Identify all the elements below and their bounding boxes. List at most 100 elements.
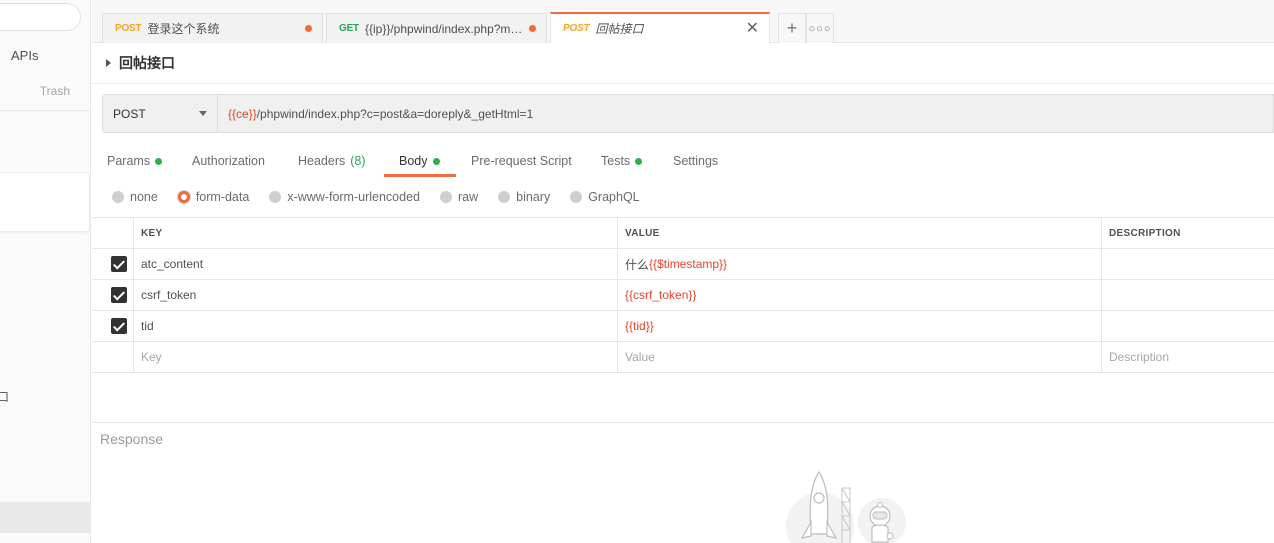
- radio-graphql[interactable]: GraphQL: [570, 190, 640, 204]
- value-variable: {{csrf_token}}: [625, 288, 697, 302]
- sidebar-item-fragment[interactable]: 口: [0, 388, 9, 405]
- close-icon[interactable]: ✕: [746, 20, 759, 37]
- column-header-value: VALUE: [617, 218, 1101, 248]
- radio-binary[interactable]: binary: [498, 190, 550, 204]
- tab-title: 回帖接口: [595, 22, 644, 36]
- tab-pre-request-script[interactable]: Pre-request Script: [471, 146, 572, 176]
- table-row: csrf_token {{csrf_token}}: [92, 280, 1274, 311]
- method-label: POST: [115, 23, 142, 34]
- description-input[interactable]: Description: [1101, 342, 1274, 372]
- column-header-key: KEY: [133, 218, 617, 248]
- value-input[interactable]: Value: [617, 342, 1101, 372]
- radio-label: raw: [458, 190, 479, 204]
- unsaved-dot-icon: [529, 25, 536, 32]
- column-header-description: DESCRIPTION: [1101, 218, 1274, 248]
- sidebar-item-selected[interactable]: [0, 502, 90, 533]
- sidebar-collection-card[interactable]: [0, 172, 90, 232]
- postman-window: APIs Trash 口 POST 登录这个系统 GET {{ip}}/phpw…: [0, 0, 1274, 543]
- divider: [92, 83, 1274, 84]
- checkbox-checked-icon[interactable]: [111, 287, 127, 303]
- radio-selected-icon[interactable]: [177, 191, 190, 203]
- body-type-radios: none form-data x-www-form-urlencoded raw…: [112, 188, 660, 206]
- radio-none[interactable]: none: [112, 190, 158, 204]
- active-tab-underline: [384, 174, 456, 177]
- url-bar: POST {{ce}}/phpwind/index.php?c=post&a=d…: [102, 94, 1274, 133]
- radio-icon[interactable]: [570, 191, 583, 203]
- key-cell[interactable]: csrf_token: [133, 280, 617, 310]
- value-cell[interactable]: {{tid}}: [617, 311, 1101, 341]
- tab-title: {{ip}}/phpwind/index.php?m=u...: [364, 21, 523, 36]
- tab-body[interactable]: Body: [399, 146, 440, 176]
- tab-label: Pre-request Script: [471, 154, 572, 168]
- table-row: atc_content 什么 {{$timestamp}}: [92, 249, 1274, 280]
- method-label: GET: [339, 23, 359, 34]
- tab-settings[interactable]: Settings: [673, 146, 718, 176]
- rocket-astronaut-illustration-icon: [786, 470, 906, 543]
- row-checkbox-cell: [92, 342, 133, 372]
- checkbox-checked-icon[interactable]: [111, 256, 127, 272]
- status-dot-icon: [432, 157, 440, 165]
- tab-tests[interactable]: Tests: [601, 146, 643, 176]
- header-checkbox-cell: [92, 218, 133, 248]
- sidebar-item-apis[interactable]: APIs: [11, 48, 38, 63]
- value-cell[interactable]: 什么 {{$timestamp}}: [617, 249, 1101, 279]
- radio-form-data[interactable]: form-data: [177, 190, 249, 204]
- sidebar: APIs Trash 口: [0, 0, 91, 543]
- tab-label: Body: [399, 154, 428, 168]
- sidebar-divider: [0, 110, 90, 111]
- response-divider[interactable]: [92, 422, 1274, 423]
- unsaved-dot-icon: [305, 25, 312, 32]
- radio-icon[interactable]: [440, 191, 452, 203]
- radio-icon[interactable]: [269, 191, 282, 203]
- checkbox-checked-icon[interactable]: [111, 318, 127, 334]
- key-cell[interactable]: atc_content: [133, 249, 617, 279]
- trash-link[interactable]: Trash: [40, 84, 70, 98]
- headers-count: (8): [350, 154, 366, 168]
- radio-urlencoded[interactable]: x-www-form-urlencoded: [269, 190, 420, 204]
- row-checkbox-cell: [92, 249, 133, 279]
- caret-right-icon[interactable]: [106, 59, 111, 67]
- value-variable: {{$timestamp}}: [649, 257, 728, 271]
- tab-label: Params: [107, 154, 151, 168]
- value-text: 什么: [625, 257, 650, 272]
- value-cell[interactable]: {{csrf_token}}: [617, 280, 1101, 310]
- plus-icon[interactable]: +: [778, 13, 806, 43]
- radio-raw[interactable]: raw: [440, 190, 478, 204]
- tab-params[interactable]: Params: [107, 146, 163, 176]
- tab-label: Tests: [601, 154, 631, 168]
- row-checkbox-cell: [92, 311, 133, 341]
- radio-icon[interactable]: [112, 191, 124, 203]
- url-path: /phpwind/index.php?c=post&a=doreply&_get…: [256, 106, 534, 121]
- request-tabs-bar: POST 登录这个系统 GET {{ip}}/phpwind/index.php…: [92, 0, 1274, 43]
- url-input[interactable]: {{ce}}/phpwind/index.php?c=post&a=dorepl…: [218, 95, 1273, 132]
- tab-title: 登录这个系统: [147, 22, 220, 36]
- table-header-row: KEY VALUE DESCRIPTION: [92, 218, 1274, 249]
- tab-label: Headers: [298, 154, 346, 168]
- request-name: 回帖接口: [119, 55, 175, 71]
- status-dot-icon: [635, 157, 643, 165]
- radio-label: none: [130, 190, 158, 204]
- table-row-new: Key Value Description: [92, 342, 1274, 373]
- description-cell[interactable]: [1101, 280, 1274, 310]
- chevron-down-icon: [199, 111, 207, 116]
- table-row: tid {{tid}}: [92, 311, 1274, 342]
- form-data-table: KEY VALUE DESCRIPTION atc_content 什么 {{$t…: [92, 217, 1274, 373]
- request-tab-login[interactable]: POST 登录这个系统: [102, 13, 323, 43]
- key-cell[interactable]: tid: [133, 311, 617, 341]
- radio-label: x-www-form-urlencoded: [287, 190, 420, 204]
- description-cell[interactable]: [1101, 311, 1274, 341]
- status-dot-icon: [155, 157, 163, 165]
- radio-icon[interactable]: [498, 191, 511, 203]
- request-tab-get[interactable]: GET {{ip}}/phpwind/index.php?m=u...: [326, 13, 547, 43]
- tab-authorization[interactable]: Authorization: [192, 146, 265, 176]
- description-cell[interactable]: [1101, 249, 1274, 279]
- method-select[interactable]: POST: [103, 95, 218, 132]
- more-icon[interactable]: ○○○: [806, 13, 834, 43]
- method-label: POST: [563, 23, 590, 34]
- sidebar-search-input[interactable]: [0, 3, 81, 31]
- row-checkbox-cell: [92, 280, 133, 310]
- tab-headers[interactable]: Headers (8): [298, 146, 366, 176]
- key-input[interactable]: Key: [133, 342, 617, 372]
- request-tab-reply[interactable]: POST 回帖接口 ✕: [550, 12, 770, 43]
- request-name-header[interactable]: 回帖接口: [106, 54, 175, 72]
